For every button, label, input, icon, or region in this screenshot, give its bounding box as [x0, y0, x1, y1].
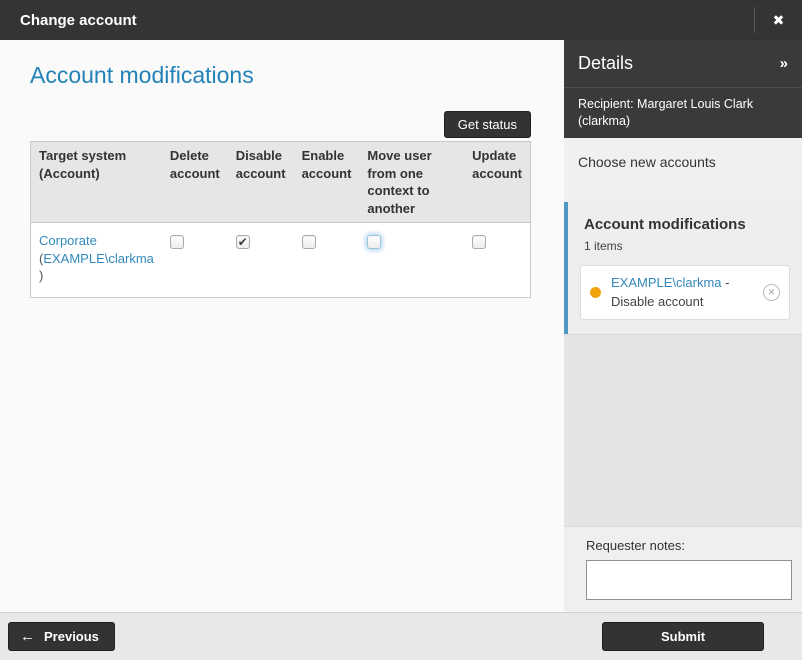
change-account-dialog: Change account ✖ Account modifications G… [0, 0, 802, 660]
page-title: Account modifications [30, 62, 531, 89]
details-title: Details [578, 53, 633, 74]
details-header: Details » [564, 40, 802, 88]
details-sidebar: Details » Recipient: Margaret Louis Clar… [564, 40, 802, 660]
submit-button[interactable]: Submit [602, 622, 764, 651]
delete-account-checkbox[interactable] [170, 235, 184, 249]
previous-button[interactable]: ← Previous [8, 622, 115, 651]
panel-title: Account modifications [584, 216, 790, 233]
dialog-titlebar: Change account ✖ [0, 0, 802, 40]
collapse-sidebar-icon[interactable]: » [780, 55, 788, 72]
modification-item-text: EXAMPLE\clarkma - Disable account [611, 274, 757, 312]
account-modifications-table: Target system (Account) Delete account D… [30, 141, 531, 298]
choose-new-accounts-section: Choose new accounts [564, 138, 802, 202]
modification-item-link[interactable]: EXAMPLE\clarkma [611, 275, 722, 290]
close-icon[interactable]: ✖ [754, 7, 802, 33]
column-header-enable-account: Enable account [294, 142, 360, 223]
column-header-update-account: Update account [464, 142, 530, 223]
account-detail-suffix: ) [39, 268, 43, 283]
dialog-body: Account modifications Get status Target … [0, 40, 802, 660]
account-modifications-panel: Account modifications 1 items EXAMPLE\cl… [564, 202, 802, 334]
target-system-link[interactable]: Corporate [39, 233, 97, 248]
move-user-cell [359, 223, 464, 298]
update-account-checkbox[interactable] [472, 235, 486, 249]
requester-notes-label: Requester notes: [586, 538, 790, 553]
status-dot-icon [590, 287, 601, 298]
get-status-row: Get status [30, 111, 531, 138]
remove-item-icon[interactable]: ✕ [763, 284, 780, 301]
table-row: Corporate (EXAMPLE\clarkma ) [31, 223, 531, 298]
requester-notes-input[interactable] [586, 560, 792, 600]
delete-account-cell [162, 223, 228, 298]
requester-notes-section: Requester notes: [564, 526, 802, 612]
main-column: Account modifications Get status Target … [0, 40, 564, 660]
column-header-move-user: Move user from one context to another [359, 142, 464, 223]
sidebar-footer: Submit [564, 612, 802, 660]
move-user-checkbox[interactable] [367, 235, 381, 249]
sidebar-spacer [564, 334, 802, 526]
modification-item-card: EXAMPLE\clarkma - Disable account ✕ [580, 265, 790, 321]
choose-new-accounts-label: Choose new accounts [578, 154, 716, 170]
column-header-delete-account: Delete account [162, 142, 228, 223]
column-header-target-system: Target system (Account) [31, 142, 162, 223]
main-footer: ← Previous [0, 612, 564, 660]
update-account-cell [464, 223, 530, 298]
disable-account-cell [228, 223, 294, 298]
recipient-info: Recipient: Margaret Louis Clark (clarkma… [564, 88, 802, 138]
previous-button-label: Previous [44, 629, 99, 644]
disable-account-checkbox[interactable] [236, 235, 250, 249]
enable-account-cell [294, 223, 360, 298]
get-status-button[interactable]: Get status [444, 111, 531, 138]
account-detail-link[interactable]: EXAMPLE\clarkma [43, 251, 154, 266]
table-header-row: Target system (Account) Delete account D… [31, 142, 531, 223]
column-header-disable-account: Disable account [228, 142, 294, 223]
main-content: Account modifications Get status Target … [0, 40, 564, 612]
left-arrow-icon: ← [20, 628, 35, 645]
items-count: 1 items [584, 239, 790, 253]
table-header: Target system (Account) Delete account D… [31, 142, 531, 223]
target-system-cell: Corporate (EXAMPLE\clarkma ) [31, 223, 162, 298]
enable-account-checkbox[interactable] [302, 235, 316, 249]
dialog-title: Change account [20, 12, 754, 29]
